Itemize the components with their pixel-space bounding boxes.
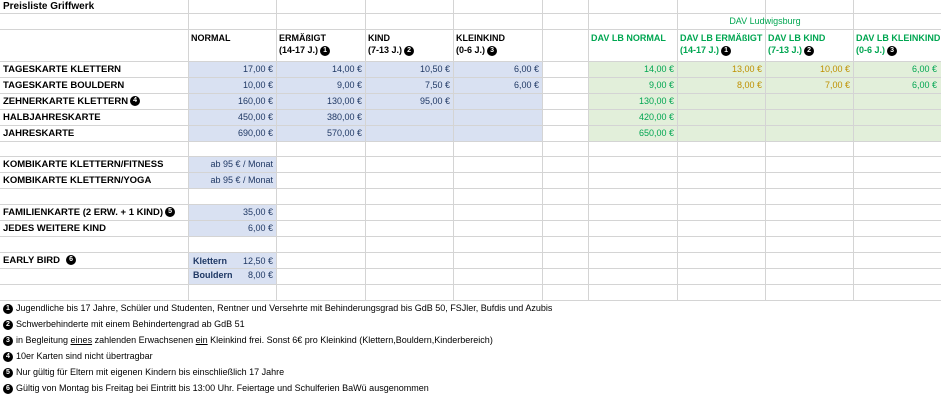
- footnote-badge-2: 2: [404, 45, 415, 56]
- price-cell: 14,00 €: [643, 64, 674, 74]
- price-cell: 9,00 €: [336, 80, 362, 90]
- footnote-3: 3 in Begleitung eines zahlenden Erwachsen…: [3, 335, 493, 346]
- header-kleinkind-sub: (0-6 J.) 3: [456, 45, 498, 56]
- header-dav-ermaessigt-sub: (14-17 J.) 1: [680, 45, 732, 56]
- header-dav-normal: DAV LB NORMAL: [591, 33, 666, 43]
- spreadsheet: Preisliste Griffwerk DAV Ludwigsburg NOR…: [0, 0, 941, 401]
- price-cell: 6,00 €: [911, 80, 937, 90]
- footnote-2: 2 Schwerbehinderte mit einem Behinderteng…: [3, 319, 245, 330]
- footnote-1: 1 Jugendliche bis 17 Jahre, Schüler und S…: [3, 303, 552, 314]
- footnote-badge-6: 6: [3, 383, 13, 394]
- row-label-halbjahreskarte: HALBJAHRESKARTE: [3, 112, 101, 123]
- price-cell: 690,00 €: [237, 128, 273, 138]
- row-label-kombi-fitness: KOMBIKARTE KLETTERN/FITNESS: [3, 159, 164, 170]
- footnote-badge-5: 5: [165, 207, 176, 218]
- price-cell: 6,00 €: [911, 64, 937, 74]
- footnote-badge-1: 1: [3, 303, 13, 314]
- price-cell: 95,00 €: [419, 96, 450, 106]
- row-label-weiteres-kind: JEDES WEITERE KIND: [3, 223, 106, 234]
- footnote-badge-1: 1: [721, 45, 732, 56]
- header-dav-kleinkind-sub: (0-6 J.) 3: [856, 45, 898, 56]
- footnote-4: 4 10er Karten sind nicht übertragbar: [3, 351, 153, 362]
- price-cell: ab 95 € / Monat: [210, 159, 273, 169]
- price-cell: 8,00 €: [247, 270, 273, 280]
- price-cell: 130,00 €: [326, 96, 362, 106]
- row-label-familienkarte: FAMILIENKARTE (2 ERW. + 1 KIND) 5: [3, 207, 176, 218]
- footnote-badge-5: 5: [3, 367, 13, 378]
- price-cell: 8,00 €: [736, 80, 762, 90]
- footnote-5: 5 Nur gültig für Eltern mit eigenen Kinde…: [3, 367, 284, 378]
- row-label-zehnerkarte: ZEHNERKARTE KLETTERN 4: [3, 96, 141, 107]
- price-cell: 130,00 €: [638, 96, 674, 106]
- price-cell: 10,00 €: [242, 80, 273, 90]
- price-cell: 13,00 €: [731, 64, 762, 74]
- page-title: Preisliste Griffwerk: [3, 1, 95, 12]
- price-cell: 380,00 €: [326, 112, 362, 122]
- price-cell: 6,00 €: [513, 80, 539, 90]
- row-label-tageskarte-klettern: TAGESKARTE KLETTERN: [3, 64, 122, 75]
- footnote-badge-3: 3: [487, 45, 498, 56]
- header-normal: NORMAL: [191, 33, 231, 43]
- header-kind-sub: (7-13 J.) 2: [368, 45, 415, 56]
- header-ermaessigt-sub: (14-17 J.) 1: [279, 45, 331, 56]
- row-label-early-bird: EARLY BIRD 6: [3, 255, 77, 266]
- price-cell: 6,00 €: [513, 64, 539, 74]
- header-dav-kleinkind: DAV LB KLEINKIND: [856, 33, 941, 43]
- footnote-badge-3: 3: [887, 45, 898, 56]
- footnote-badge-2: 2: [804, 45, 815, 56]
- footnote-badge-3: 3: [3, 335, 13, 346]
- footnote-6: 6 Gültig von Montag bis Freitag bei Eintr…: [3, 383, 429, 394]
- footnote-badge-2: 2: [3, 319, 13, 330]
- header-kleinkind: KLEINKIND: [456, 33, 505, 43]
- price-cell: 9,00 €: [648, 80, 674, 90]
- price-cell: 650,00 €: [638, 128, 674, 138]
- price-cell: 570,00 €: [326, 128, 362, 138]
- price-cell: 14,00 €: [331, 64, 362, 74]
- price-cell: 420,00 €: [638, 112, 674, 122]
- dav-ludwigsburg-header: DAV Ludwigsburg: [729, 16, 801, 26]
- price-cell: 35,00 €: [242, 207, 273, 217]
- price-cell: 160,00 €: [237, 96, 273, 106]
- row-label-tageskarte-bouldern: TAGESKARTE BOULDERN: [3, 80, 125, 91]
- price-cell: 10,00 €: [819, 64, 850, 74]
- price-cell: 17,00 €: [242, 64, 273, 74]
- row-label-jahreskarte: JAHRESKARTE: [3, 128, 75, 139]
- footnote-badge-1: 1: [320, 45, 331, 56]
- price-cell: 10,50 €: [419, 64, 450, 74]
- header-dav-kind: DAV LB KIND: [768, 33, 826, 43]
- header-kind: KIND: [368, 33, 390, 43]
- price-cell: 450,00 €: [237, 112, 273, 122]
- header-ermaessigt: ERMÄßIGT: [279, 33, 326, 43]
- row-label-kombi-yoga: KOMBIKARTE KLETTERN/YOGA: [3, 175, 152, 186]
- footnote-badge-4: 4: [130, 96, 141, 107]
- header-dav-ermaessigt: DAV LB ERMÄßIGT: [680, 33, 763, 43]
- header-dav-kind-sub: (7-13 J.) 2: [768, 45, 815, 56]
- price-cell: 7,00 €: [824, 80, 850, 90]
- footnote-badge-6: 6: [66, 255, 77, 266]
- price-cell: ab 95 € / Monat: [210, 175, 273, 185]
- price-cell: 6,00 €: [247, 223, 273, 233]
- price-cell: 12,50 €: [242, 256, 273, 266]
- footnote-badge-4: 4: [3, 351, 13, 362]
- price-cell: 7,50 €: [424, 80, 450, 90]
